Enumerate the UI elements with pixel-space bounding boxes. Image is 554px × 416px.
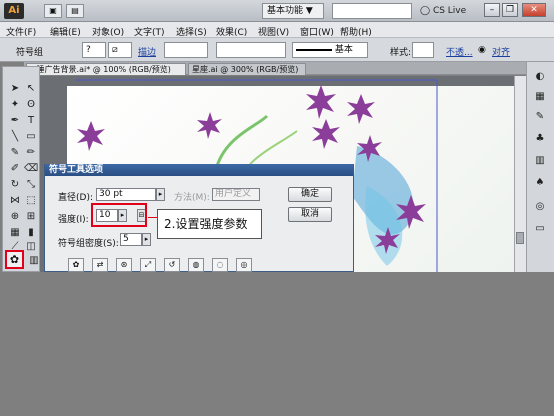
symbol-spinner-option-icon[interactable]: ↺ (164, 258, 180, 272)
tool-name-label: 符号组 (16, 48, 44, 58)
symbol-scruncher-option-icon[interactable]: ⊛ (116, 258, 132, 272)
menu-type[interactable]: 文字(T) (134, 25, 165, 38)
menu-edit[interactable]: 编辑(E) (50, 25, 81, 38)
restore-button[interactable]: ❐ (502, 3, 518, 17)
style-swatch[interactable] (412, 42, 434, 58)
flower (312, 119, 340, 149)
rectangle-tool-icon[interactable]: ▭ (24, 130, 38, 143)
flower (306, 85, 336, 119)
stroke-panel-icon[interactable]: ▭ (533, 222, 547, 236)
app-logo: Ai (4, 3, 24, 19)
eraser-tool-icon[interactable]: ⌫ (24, 162, 38, 175)
column-graph-tool-icon[interactable]: ▥ (27, 254, 41, 267)
workspace-switcher[interactable]: 基本功能 ▼ (262, 3, 324, 19)
diameter-arrow[interactable]: ▸ (156, 188, 165, 201)
stroke-color-swatch[interactable]: ⧄ (108, 42, 132, 58)
gradient-tool-icon[interactable]: ▮ (24, 226, 38, 239)
pen-tool-icon[interactable]: ✒ (8, 114, 22, 127)
flower (197, 112, 222, 139)
pencil-tool-icon[interactable]: ✏ (24, 146, 38, 159)
globe-icon[interactable]: ◉ (478, 45, 486, 55)
menu-help[interactable]: 帮助(H) (340, 25, 372, 38)
symbol-sprayer-tool-icon[interactable]: ✿ (5, 250, 24, 269)
menu-select[interactable]: 选择(S) (176, 25, 207, 38)
stroke-label-link[interactable]: 描边 (138, 45, 156, 58)
cs-live-button[interactable]: ◯ CS Live (420, 3, 476, 19)
density-arrow[interactable]: ▸ (142, 233, 151, 246)
variable-width-profile[interactable] (216, 42, 286, 58)
swatches-panel-icon[interactable]: ▦ (533, 90, 547, 104)
tab-document-2[interactable]: 星座.ai @ 300% (RGB/预览) (188, 63, 306, 75)
selection-tool-icon[interactable]: ➤ (8, 82, 22, 95)
symbol-sizer-option-icon[interactable]: ⤢ (140, 258, 156, 272)
graphic-styles-panel-icon[interactable]: ▥ (533, 154, 547, 168)
free-transform-tool-icon[interactable]: ⬚ (24, 194, 38, 207)
brush-stroke-preview (296, 48, 332, 51)
minimize-button[interactable]: – (484, 3, 500, 17)
intensity-highlight (91, 203, 147, 227)
menu-window[interactable]: 窗口(W) (300, 25, 334, 38)
blend-tool-icon[interactable]: ◫ (24, 240, 38, 253)
stroke-weight-field[interactable] (164, 42, 208, 58)
opacity-link[interactable]: 不透... (446, 45, 473, 58)
scale-tool-icon[interactable]: ⤡ (24, 178, 38, 191)
menu-view[interactable]: 视图(V) (258, 25, 289, 38)
line-tool-icon[interactable]: ╲ (8, 130, 22, 143)
symbol-styler-option-icon[interactable]: ◎ (236, 258, 252, 272)
symbol-shifter-option-icon[interactable]: ⇄ (92, 258, 108, 272)
scrollbar-thumb[interactable] (516, 232, 524, 244)
style-label: 样式: (390, 48, 412, 58)
dialog-title: 符号工具选项 (45, 164, 353, 176)
chevron-down-icon: ▼ (305, 6, 313, 16)
workspace-label: 基本功能 (267, 6, 304, 16)
flower (77, 121, 105, 151)
direct-selection-tool-icon[interactable]: ↖ (24, 82, 38, 95)
symbol-screener-option-icon[interactable]: ◌ (212, 258, 228, 272)
cancel-button[interactable]: 取消 (288, 207, 332, 222)
rotate-tool-icon[interactable]: ↻ (8, 178, 22, 191)
menu-file[interactable]: 文件(F) (6, 25, 36, 38)
brush-definition[interactable]: 基本 (292, 42, 368, 58)
align-link[interactable]: 对齐 (492, 45, 510, 58)
shape-builder-tool-icon[interactable]: ⊕ (8, 210, 22, 223)
intensity-label: 强度(I): (58, 215, 89, 225)
fill-color-swatch[interactable]: ? (82, 42, 106, 58)
method-select[interactable]: 用户定义 (212, 188, 260, 201)
close-button[interactable]: ✕ (522, 3, 546, 17)
layers-panel-icon[interactable]: ♠ (533, 176, 547, 190)
background-fill (0, 272, 554, 416)
annotation-connector (148, 217, 157, 218)
search-input[interactable] (332, 3, 412, 19)
color-panel-icon[interactable]: ◐ (533, 70, 547, 84)
diameter-field[interactable]: 30 pt (96, 188, 156, 201)
method-label: 方法(M): (174, 193, 210, 203)
symbol-sprayer-option-icon[interactable]: ✿ (68, 258, 84, 272)
cs-live-label: CS Live (432, 6, 467, 16)
diameter-label: 直径(D): (58, 193, 93, 203)
arrange-documents-icon[interactable]: ▤ (66, 4, 84, 18)
tab-document-1[interactable]: * 睡广告背景.ai* @ 100% (RGB/预览) (26, 63, 186, 75)
symbol-stainer-option-icon[interactable]: ◍ (188, 258, 204, 272)
flower (347, 94, 375, 124)
mesh-tool-icon[interactable]: ▦ (8, 226, 22, 239)
symbol-set-density-label: 符号组密度(S): (58, 239, 119, 249)
brushes-panel-icon[interactable]: ✎ (533, 110, 547, 124)
lasso-tool-icon[interactable]: ʘ (24, 98, 38, 111)
type-tool-icon[interactable]: T (24, 114, 38, 127)
appearance-panel-icon[interactable]: ◎ (533, 200, 547, 214)
menu-object[interactable]: 对象(O) (92, 25, 124, 38)
magic-wand-tool-icon[interactable]: ✦ (8, 98, 22, 111)
blob-brush-tool-icon[interactable]: ✐ (8, 162, 22, 175)
brush-label: 基本 (334, 45, 353, 55)
paintbrush-tool-icon[interactable]: ✎ (8, 146, 22, 159)
bridge-icon[interactable]: ▣ (44, 4, 62, 18)
width-tool-icon[interactable]: ⋈ (8, 194, 22, 207)
symbol-set-density-field[interactable]: 5 (120, 233, 142, 246)
ok-button[interactable]: 确定 (288, 187, 332, 202)
green-stem (215, 114, 269, 167)
annotation-callout: 2.设置强度参数 (157, 209, 262, 239)
menu-effect[interactable]: 效果(C) (216, 25, 247, 38)
symbols-panel-icon[interactable]: ♣ (533, 132, 547, 146)
perspective-grid-tool-icon[interactable]: ⊞ (24, 210, 38, 223)
